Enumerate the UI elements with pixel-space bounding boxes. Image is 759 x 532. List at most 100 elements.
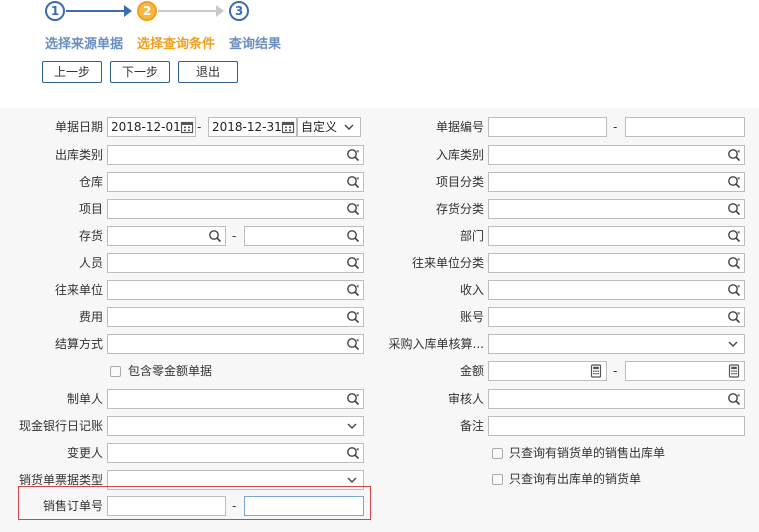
step-2-indicator: 2 — [137, 1, 157, 21]
search-refresh-icon[interactable] — [346, 310, 360, 324]
step-connector — [66, 10, 124, 12]
doc-date-from-value: 2018-12-01 — [111, 120, 181, 134]
sales-order-from-input[interactable] — [107, 496, 226, 516]
include-zero-checkbox[interactable] — [110, 366, 121, 377]
search-refresh-icon[interactable] — [727, 175, 741, 189]
person-input[interactable] — [107, 253, 364, 273]
account-input[interactable] — [488, 307, 745, 327]
search-refresh-icon[interactable] — [346, 337, 360, 351]
person-label: 人员 — [78, 256, 103, 270]
remark-label: 备注 — [459, 419, 484, 433]
search-refresh-icon[interactable] — [346, 446, 360, 460]
department-label: 部门 — [459, 229, 484, 243]
arrow-right-icon — [124, 5, 132, 17]
partner-class-label: 往来单位分类 — [411, 256, 484, 270]
search-refresh-icon[interactable] — [346, 256, 360, 270]
doc-no-to-input[interactable] — [625, 117, 745, 137]
account-label: 账号 — [459, 310, 484, 324]
step-3-indicator: 3 — [229, 1, 249, 21]
inventory-to-input[interactable] — [244, 226, 364, 246]
only-sales-out-label: 只查询有销货单的销售出库单 — [509, 446, 666, 460]
sales-order-label: 销售订单号 — [42, 499, 103, 513]
cash-journal-select[interactable] — [107, 416, 364, 436]
step-connector — [158, 10, 216, 12]
partner-label: 往来单位 — [54, 283, 103, 297]
wizard-header: 1 2 3 选择来源单据 选择查询条件 查询结果 上一步 下一步 退出 — [0, 0, 759, 108]
search-refresh-icon[interactable] — [727, 392, 741, 406]
calculator-icon[interactable] — [727, 364, 741, 378]
purchase-check-label: 采购入库单核算... — [388, 337, 484, 351]
chevron-down-icon — [345, 473, 359, 487]
prev-button[interactable]: 上一步 — [42, 61, 102, 83]
remark-input[interactable] — [488, 416, 745, 436]
step-1-label[interactable]: 选择来源单据 — [45, 33, 123, 52]
inventory-class-input[interactable] — [488, 199, 745, 219]
expense-label: 费用 — [78, 310, 103, 324]
search-refresh-icon[interactable] — [727, 202, 741, 216]
only-sales-out-checkbox[interactable] — [492, 448, 503, 459]
maker-input[interactable] — [107, 389, 364, 409]
doc-date-from-input[interactable]: 2018-12-01 — [107, 117, 196, 137]
income-input[interactable] — [488, 280, 745, 300]
department-input[interactable] — [488, 226, 745, 246]
exit-button[interactable]: 退出 — [178, 61, 238, 83]
step-3-label[interactable]: 查询结果 — [229, 33, 281, 52]
project-class-input[interactable] — [488, 172, 745, 192]
project-input[interactable] — [107, 199, 364, 219]
search-refresh-icon[interactable] — [727, 229, 741, 243]
doc-date-to-value: 2018-12-31 — [212, 120, 282, 134]
next-button[interactable]: 下一步 — [110, 61, 170, 83]
partner-input[interactable] — [107, 280, 364, 300]
search-icon[interactable] — [208, 229, 222, 243]
arrow-right-icon — [216, 5, 224, 17]
search-refresh-icon[interactable] — [346, 202, 360, 216]
warehouse-label: 仓库 — [78, 175, 103, 189]
search-refresh-icon[interactable] — [346, 148, 360, 162]
search-refresh-icon[interactable] — [346, 392, 360, 406]
out-type-input[interactable] — [107, 145, 364, 165]
settle-input[interactable] — [107, 334, 364, 354]
inventory-label: 存货 — [78, 229, 103, 243]
calculator-icon[interactable] — [589, 364, 603, 378]
amount-from-input[interactable] — [488, 361, 607, 381]
only-out-sales-label: 只查询有出库单的销货单 — [509, 472, 642, 486]
date-mode-select[interactable]: 自定义 — [297, 117, 361, 137]
only-out-sales-checkbox[interactable] — [492, 474, 503, 485]
reviewer-label: 审核人 — [447, 392, 484, 406]
step-2-label[interactable]: 选择查询条件 — [137, 33, 215, 52]
warehouse-input[interactable] — [107, 172, 364, 192]
calendar-icon[interactable] — [281, 120, 295, 134]
search-refresh-icon[interactable] — [727, 283, 741, 297]
sales-order-to-input[interactable] — [244, 496, 364, 516]
chevron-down-icon — [345, 419, 359, 433]
search-refresh-icon[interactable] — [727, 310, 741, 324]
doc-no-label: 单据编号 — [435, 120, 484, 134]
income-label: 收入 — [459, 283, 484, 297]
inventory-class-label: 存货分类 — [435, 202, 484, 216]
amount-to-input[interactable] — [625, 361, 745, 381]
maker-label: 制单人 — [66, 392, 103, 406]
partner-class-input[interactable] — [488, 253, 745, 273]
doc-date-to-input[interactable]: 2018-12-31 — [208, 117, 297, 137]
in-type-label: 入库类别 — [435, 148, 484, 162]
search-icon[interactable] — [346, 229, 360, 243]
chevron-down-icon — [342, 120, 356, 134]
search-refresh-icon[interactable] — [727, 256, 741, 270]
changer-input[interactable] — [107, 443, 364, 463]
calendar-icon[interactable] — [180, 120, 194, 134]
purchase-check-select[interactable] — [488, 334, 745, 354]
reviewer-input[interactable] — [488, 389, 745, 409]
inventory-from-input[interactable] — [107, 226, 226, 246]
doc-no-from-input[interactable] — [488, 117, 607, 137]
settle-label: 结算方式 — [54, 337, 103, 351]
range-dash: - — [232, 499, 237, 513]
search-refresh-icon[interactable] — [346, 175, 360, 189]
chevron-down-icon — [726, 337, 740, 351]
date-range-dash: - — [197, 120, 202, 134]
expense-input[interactable] — [107, 307, 364, 327]
out-type-label: 出库类别 — [54, 148, 103, 162]
range-dash: - — [232, 229, 237, 243]
search-refresh-icon[interactable] — [346, 283, 360, 297]
search-refresh-icon[interactable] — [727, 148, 741, 162]
in-type-input[interactable] — [488, 145, 745, 165]
